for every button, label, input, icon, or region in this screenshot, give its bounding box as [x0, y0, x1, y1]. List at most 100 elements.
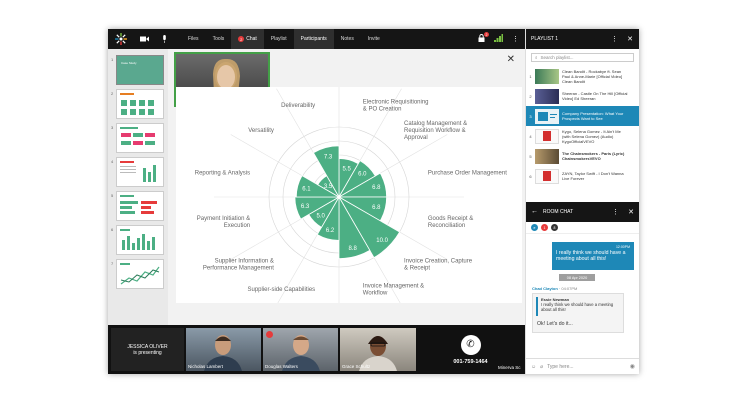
microphone-icon[interactable]: [157, 29, 171, 49]
playlist-item-number: 5: [529, 153, 532, 159]
radar-category-label: Electronic Requisitioning & PO Creation: [363, 100, 429, 113]
playlist-item[interactable]: 4 Kygo, Selena Gomez - It Ain't Me (with…: [526, 126, 639, 146]
emoji-icon[interactable]: ☺: [531, 364, 536, 370]
radar-value-label: 6.3: [301, 204, 310, 210]
slide-thumbnail-content: [120, 229, 155, 250]
close-presentation-icon[interactable]: ✕: [507, 54, 515, 65]
playlist-thumbnail: [535, 148, 559, 164]
playlist-thumbnail: [535, 128, 559, 144]
presenting-tile: JESSICA OLIVER is presenting: [111, 328, 184, 371]
playlist-item[interactable]: 1 Clean Bandit - Rockabye ft. Sean Paul …: [526, 66, 639, 86]
message-text: Ok! Let's do it...: [537, 321, 573, 327]
incoming-message: Essie Newman I really think we should ha…: [532, 293, 624, 333]
radar-category-label: Invoice Management & Workflow: [363, 283, 424, 296]
slide-thumbnail[interactable]: 6: [111, 225, 164, 255]
search-placeholder: Search playlist...: [540, 55, 574, 60]
close-icon[interactable]: ✕: [628, 208, 634, 216]
participant-name: Nicholas Lambert: [188, 364, 224, 369]
radar-category-label: Catalog Management & Requisition Workflow…: [404, 121, 467, 141]
participant-name: Douglas Walters: [265, 364, 298, 369]
tab-tools[interactable]: Tools: [206, 29, 232, 49]
chat-title: ROOM CHAT: [543, 209, 574, 215]
slide-number: 1: [111, 57, 114, 62]
tab-invite[interactable]: Invite: [361, 29, 387, 49]
tab-chat-label: Chat: [246, 36, 257, 42]
message-time: 12:00PM: [615, 245, 630, 249]
radar-value-label: 10.0: [376, 238, 388, 244]
more-menu-icon[interactable]: ⋮: [512, 35, 519, 43]
radar-category-label: Supplier-side Capabilities: [247, 287, 315, 293]
radar-category-label: Supplier Information & Performance Manage…: [203, 259, 274, 272]
slide-thumbnail-content: [120, 195, 157, 214]
tab-files[interactable]: Files: [181, 29, 206, 49]
camera-icon[interactable]: [137, 29, 151, 49]
date-divider: 08 Apr 2020: [559, 274, 595, 281]
slide-number: 4: [111, 159, 114, 164]
app-window: Files Tools 2 Chat Playlist Participants …: [108, 29, 639, 374]
participant-video[interactable]: Douglas Walters: [263, 328, 338, 371]
radar-value-label: 5.0: [316, 213, 325, 219]
playlist-item[interactable]: 6 ZAYN, Taylor Swift - I Don't Wanna Liv…: [526, 166, 639, 186]
radar-value-label: 6.0: [358, 172, 367, 178]
radar-category-label: Reporting & Analysis: [195, 170, 250, 176]
tab-tools-label: Tools: [212, 36, 225, 42]
slide-canvas: 5.5 6.0 6.8 6.8 10.0 8.8 6.2 5.0 6.3 6.1 3.5 7.3 Ele…: [176, 72, 522, 322]
radar-value-label: 5.5: [342, 167, 351, 173]
app-logo-icon: [111, 29, 131, 49]
tab-playlist-label: Playlist: [270, 36, 287, 42]
participant-video[interactable]: Nicholas Lambert: [186, 328, 261, 371]
playlist-item-number: 1: [529, 73, 532, 79]
playlist-title: PLAYLIST 1: [531, 36, 559, 42]
slide-thumbnail[interactable]: 3: [111, 123, 164, 153]
tab-chat[interactable]: 2 Chat: [231, 29, 264, 49]
toolbar-right-group: 2 ⋮: [478, 29, 519, 49]
playlist-item[interactable]: 5 The Chainsmokers - Paris (Lyric) Chain…: [526, 146, 639, 166]
slide-thumbnail[interactable]: 1 Case Study: [111, 55, 164, 85]
chat-channel-tab[interactable]: 1: [541, 224, 548, 231]
chat-channel-tab[interactable]: 8: [551, 224, 558, 231]
slide-number: 2: [111, 91, 114, 96]
chat-input[interactable]: ☺ ⌀ Type here... ◉: [526, 358, 639, 374]
radar-value-label: 8.8: [348, 246, 357, 252]
visibility-toggle-icon[interactable]: ◉: [630, 363, 635, 370]
spider-chart: 5.5 6.0 6.8 6.8 10.0 8.8 6.2 5.0 6.3 6.1 3.5 7.3 Ele…: [195, 72, 507, 322]
attachment-icon[interactable]: ⌀: [540, 364, 543, 370]
slide-thumbnail[interactable]: 5: [111, 191, 164, 221]
participant-name: Grace Schultz: [342, 364, 371, 369]
more-menu-icon[interactable]: ⋮: [612, 208, 619, 216]
tab-notes[interactable]: Notes: [334, 29, 361, 49]
more-menu-icon[interactable]: ⋮: [611, 35, 618, 43]
close-icon[interactable]: ✕: [627, 35, 633, 43]
slide-thumbnail[interactable]: 4: [111, 157, 164, 187]
message-text: I really think we should have a meeting …: [556, 250, 626, 262]
quoted-message: Essie Newman I really think we should ha…: [536, 297, 621, 316]
playlist-item[interactable]: 2 Sheeran - Castle On The Hill [Official…: [526, 86, 639, 106]
svg-text:Case Study: Case Study: [121, 61, 137, 65]
participant-video[interactable]: Grace Schultz: [340, 328, 416, 371]
radar-category-label: Invoice Creation, Capture & Receipt: [404, 259, 473, 272]
radar-category-label: Deliverability: [281, 103, 315, 109]
radar-value-label: 6.1: [302, 186, 311, 192]
back-arrow-icon[interactable]: ←: [531, 208, 538, 215]
tab-invite-label: Invite: [367, 36, 380, 42]
outgoing-message: 12:00PM I really think we should have a …: [552, 242, 634, 270]
playlist-search-input[interactable]: ⌕ Search playlist...: [531, 53, 634, 62]
chat-channel-tab[interactable]: e: [531, 224, 538, 231]
participant-name: Minerva Sc: [498, 365, 521, 370]
radar-value-label: 6.8: [372, 185, 381, 191]
radar-value-label: 7.3: [324, 154, 333, 160]
slide-thumbnail[interactable]: 7: [111, 259, 164, 289]
tab-participants[interactable]: Participants: [293, 29, 334, 49]
slide-thumbnail-content: Case Study: [121, 61, 137, 65]
tab-playlist[interactable]: Playlist: [264, 29, 294, 49]
slide-thumbnail[interactable]: 2: [111, 89, 164, 119]
chat-unread-badge: 2: [238, 36, 245, 42]
playlist-item[interactable]: 3 Company Presentation: What Your Prospe…: [526, 106, 639, 126]
playlist-header: PLAYLIST 1 ⋮ ✕: [526, 29, 639, 49]
lock-icon[interactable]: 2: [478, 32, 489, 44]
sender-name: Chad Clayton: [532, 286, 558, 291]
message-time: 04:07PM: [561, 286, 578, 291]
participant-video-strip: JESSICA OLIVER is presenting Nicholas La…: [108, 325, 525, 374]
phone-icon[interactable]: ✆: [460, 334, 481, 355]
playlist-item-number: 3: [529, 113, 532, 119]
